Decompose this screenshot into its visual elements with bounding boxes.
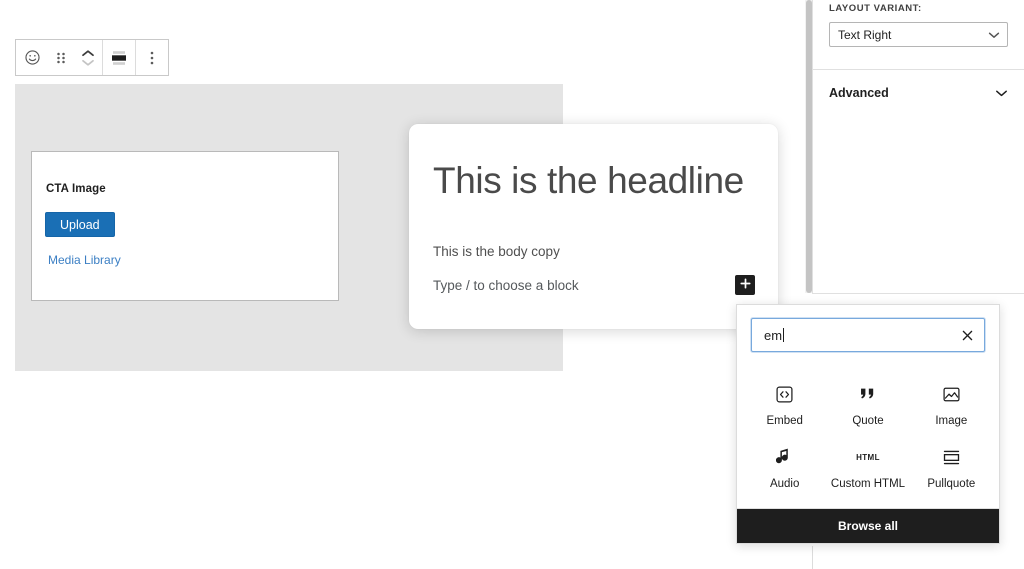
layout-variant-label: LAYOUT VARIANT: [829, 3, 922, 14]
vertical-align-button[interactable] [103, 40, 135, 75]
block-toolbar-group-align [103, 40, 136, 75]
block-results-grid: Embed Quote Image Audio HTML Custom HTML… [737, 362, 999, 508]
embed-icon [775, 382, 794, 406]
block-item-label: Pullquote [927, 478, 976, 490]
inserter-search-area: em [737, 305, 999, 362]
plus-icon [739, 276, 751, 294]
drag-handle-icon [55, 50, 67, 66]
image-icon [942, 382, 961, 406]
vertical-align-center-icon [110, 49, 128, 67]
headline-text[interactable]: This is the headline [433, 160, 744, 202]
content-card: This is the headline This is the body co… [409, 124, 778, 329]
more-options-button[interactable] [136, 40, 168, 75]
block-item-custom-html[interactable]: HTML Custom HTML [826, 433, 909, 496]
advanced-panel-title: Advanced [829, 86, 889, 100]
move-down-button[interactable] [81, 58, 95, 67]
sidebar-edge-line [812, 546, 813, 569]
browse-all-button[interactable]: Browse all [737, 508, 999, 543]
layout-variant-select[interactable]: Text Right [829, 22, 1008, 47]
smiley-face-icon [24, 49, 41, 66]
empty-block-placeholder[interactable]: Type / to choose a block [433, 278, 579, 293]
block-search-input[interactable]: em [751, 318, 985, 352]
block-item-label: Embed [766, 415, 803, 427]
html-text-glyph: HTML [856, 452, 880, 462]
block-item-label: Quote [852, 415, 884, 427]
block-toolbar-group-primary [16, 40, 103, 75]
more-options-icon [149, 49, 155, 67]
block-item-pullquote[interactable]: Pullquote [910, 433, 993, 496]
chevron-down-icon [995, 84, 1008, 102]
quote-icon [858, 382, 877, 406]
drag-handle-button[interactable] [48, 40, 74, 75]
sidebar-bottom-rule [812, 293, 1024, 294]
advanced-panel-toggle[interactable]: Advanced [813, 70, 1024, 116]
block-item-quote[interactable]: Quote [826, 370, 909, 433]
block-inserter-popover: em Embed Quote Image Audio HTML Custom H… [736, 304, 1000, 544]
block-item-audio[interactable]: Audio [743, 433, 826, 496]
layout-variant-setting: LAYOUT VARIANT: Text Right [813, 0, 1024, 47]
cta-image-card: CTA Image Upload Media Library [31, 151, 339, 301]
media-library-link[interactable]: Media Library [48, 253, 121, 267]
custom-html-icon: HTML [856, 445, 880, 469]
block-toolbar-group-more [136, 40, 168, 75]
block-item-label: Audio [769, 478, 800, 490]
pullquote-icon [942, 445, 961, 469]
text-caret [783, 328, 785, 342]
block-item-label: Custom HTML [830, 478, 906, 490]
clear-search-icon[interactable] [959, 327, 975, 343]
body-copy-text[interactable]: This is the body copy [433, 244, 560, 259]
block-mover [74, 40, 102, 75]
block-type-button[interactable] [16, 40, 48, 75]
block-item-image[interactable]: Image [910, 370, 993, 433]
cta-image-field-label: CTA Image [46, 183, 106, 195]
browse-all-label: Browse all [837, 519, 899, 533]
audio-icon [776, 445, 793, 469]
upload-button[interactable]: Upload [45, 212, 115, 237]
settings-sidebar: LAYOUT VARIANT: Text Right Advanced [812, 0, 1024, 293]
add-block-button[interactable] [735, 275, 755, 295]
block-toolbar [15, 39, 169, 76]
block-item-label: Image [935, 415, 968, 427]
move-up-button[interactable] [81, 49, 95, 58]
chevron-down-icon [988, 31, 1000, 39]
block-search-value: em [764, 327, 783, 343]
block-item-embed[interactable]: Embed [743, 370, 826, 433]
layout-variant-value: Text Right [838, 27, 892, 42]
